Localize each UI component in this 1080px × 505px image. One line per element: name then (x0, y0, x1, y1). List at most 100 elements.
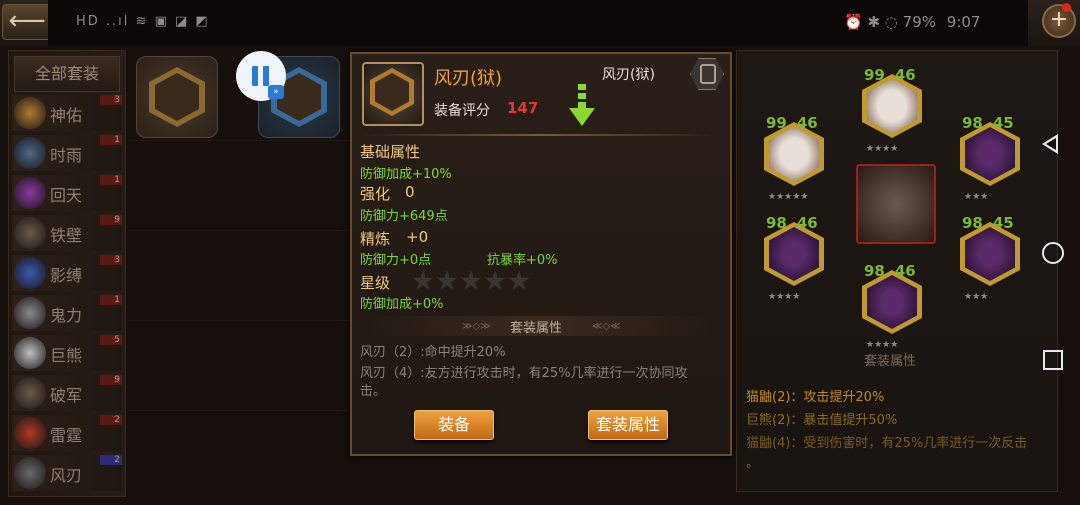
sidebar-item-count: 1 (100, 295, 122, 305)
sidebar-item[interactable]: 神佑 3 (12, 95, 122, 131)
ornament-left-icon: ≫◇≫ (462, 321, 491, 332)
set-icon (14, 257, 46, 289)
base-attributes-title: 基础属性 (360, 143, 421, 161)
sidebar-item-label: 鬼力 (50, 306, 83, 325)
sidebar-item-label: 破军 (50, 386, 83, 405)
android-recents-icon[interactable] (1043, 350, 1063, 370)
set-attributes-button[interactable]: 套装属性 (588, 410, 668, 440)
sidebar-item-label: 铁壁 (50, 226, 83, 245)
back-arrow-button[interactable]: ⟵ (2, 4, 52, 40)
refine-stat-defense: 防御力+0点 (360, 253, 432, 268)
sidebar-item[interactable]: 雷霆 2 (12, 415, 122, 451)
mask-stars: ★★★★ (866, 340, 899, 350)
mask-level-sub: 45 (992, 114, 1014, 132)
sidebar-item-count: 3 (100, 95, 122, 105)
battery-level: 79% (902, 13, 936, 31)
set-icon (14, 417, 46, 449)
mask-level: 98 45 (962, 214, 1014, 232)
sidebar-item[interactable]: 时雨 1 (12, 135, 122, 171)
set-icon (14, 97, 46, 129)
pause-icon (252, 66, 270, 86)
sidebar-item[interactable]: 回天 1 (12, 175, 122, 211)
mask-level-sub: 46 (796, 114, 818, 132)
sidebar-item-count: 1 (100, 175, 122, 185)
status-icons: ⏰ ✱ ◌ (844, 13, 898, 31)
ornament-right-icon: ≪◇≪ (592, 321, 621, 332)
sidebar-item[interactable]: 铁壁 9 (12, 215, 122, 251)
dark-mask-icon (965, 127, 1015, 181)
add-plus-button[interactable]: + (1042, 4, 1076, 38)
mask-level-sub: 45 (992, 214, 1014, 232)
clock: 9:07 (946, 13, 981, 31)
equip-button[interactable]: 装备 (414, 410, 494, 440)
item-name: 风刃(狱) (434, 68, 503, 89)
mask-level: 98 46 (766, 214, 818, 232)
sidebar-item-count: 5 (100, 335, 122, 345)
status-icons-right: ⏰ ✱ ◌ 79% 9:07 (844, 13, 980, 31)
mask-level: 98 45 (962, 114, 1014, 132)
set-icon (14, 377, 46, 409)
score-down-arrow-icon (569, 84, 595, 126)
sidebar-item-label: 影缚 (50, 266, 83, 285)
cat-mask-icon (867, 79, 917, 133)
strengthen-stat: 防御力+649点 (360, 209, 448, 224)
set-bonus-4-piece: 风刃（4）:友方进行攻击时，有25%几率进行一次协同攻 (360, 366, 688, 381)
mask-level: 99 46 (864, 66, 916, 84)
equipment-slot-1[interactable] (136, 56, 218, 138)
set-icon (14, 137, 46, 169)
strengthen-value: 0 (405, 183, 415, 201)
mask-level: 99 46 (766, 114, 818, 132)
sidebar-item-label: 回天 (50, 186, 83, 205)
mask-stars: ★★★★ (768, 292, 801, 302)
lock-icon (700, 64, 716, 84)
score-value: 147 (507, 99, 539, 117)
right-set-attributes-label: 套装属性 (864, 354, 917, 369)
sidebar-item-count: 2 (100, 415, 122, 425)
sidebar-item[interactable]: 风刃 2 (12, 455, 122, 491)
star-level-label: 星级 (360, 274, 391, 292)
dark-mask-icon (965, 227, 1015, 281)
sidebar-item-count: 2 (100, 455, 122, 465)
star-stat: 防御加成+0% (360, 297, 444, 312)
mask-level-main: 98 (864, 262, 885, 280)
dark-mask-icon (867, 275, 917, 329)
sidebar-item-label: 时雨 (50, 146, 83, 165)
mask-level-sub: 46 (796, 214, 818, 232)
sidebar-item[interactable]: 鬼力 1 (12, 295, 122, 331)
item-name-secondary: 风刃(狱) (602, 67, 655, 83)
sidebar-item[interactable]: 破军 9 (12, 375, 122, 411)
right-set-bonus-2: 巨熊(2)：暴击值提升50% (746, 413, 898, 428)
hero-portrait[interactable] (856, 164, 936, 244)
mask-stars: ★★★★ (866, 144, 899, 154)
refine-value: +0 (406, 228, 429, 246)
demon-mask-icon (149, 67, 205, 127)
sidebar-item-count: 9 (100, 215, 122, 225)
score-label: 装备评分 (434, 103, 490, 119)
notification-dot-icon (1062, 3, 1071, 12)
mask-level: 98 46 (864, 262, 916, 280)
sidebar-item[interactable]: 巨熊 5 (12, 335, 122, 371)
sidebar-item-label: 巨熊 (50, 346, 83, 365)
set-icon (14, 177, 46, 209)
set-icon (14, 457, 46, 489)
android-home-icon[interactable] (1042, 242, 1064, 264)
sidebar-item[interactable]: 影缚 3 (12, 255, 122, 291)
set-attributes-band-label: 套装属性 (510, 321, 563, 336)
mask-level-main: 98 (962, 214, 983, 232)
sidebar-item-count: 9 (100, 375, 122, 385)
refine-stat-crit-resist: 抗暴率+0% (487, 253, 558, 268)
mask-stars: ★★★★★ (768, 192, 809, 202)
category-all-sets[interactable]: 全部套装 (14, 56, 120, 92)
right-set-bonus-3: 猫鼬(4)：受到伤害时，有25%几率进行一次反击 (746, 436, 1028, 451)
refine-label: 精炼 (360, 230, 391, 248)
mask-level-main: 98 (962, 114, 983, 132)
popup-divider (360, 134, 720, 136)
sidebar-item-label: 神佑 (50, 106, 83, 125)
mask-stars: ★★★ (964, 292, 989, 302)
cat-mask-icon (769, 127, 819, 181)
mask-level-main: 99 (766, 114, 787, 132)
mask-level-sub: 46 (894, 66, 916, 84)
status-icons-left: HD ..ıl ≋ ▣ ◪ ◩ (76, 14, 210, 29)
sidebar-item-label: 风刃 (50, 466, 83, 485)
sidebar-item-count: 1 (100, 135, 122, 145)
